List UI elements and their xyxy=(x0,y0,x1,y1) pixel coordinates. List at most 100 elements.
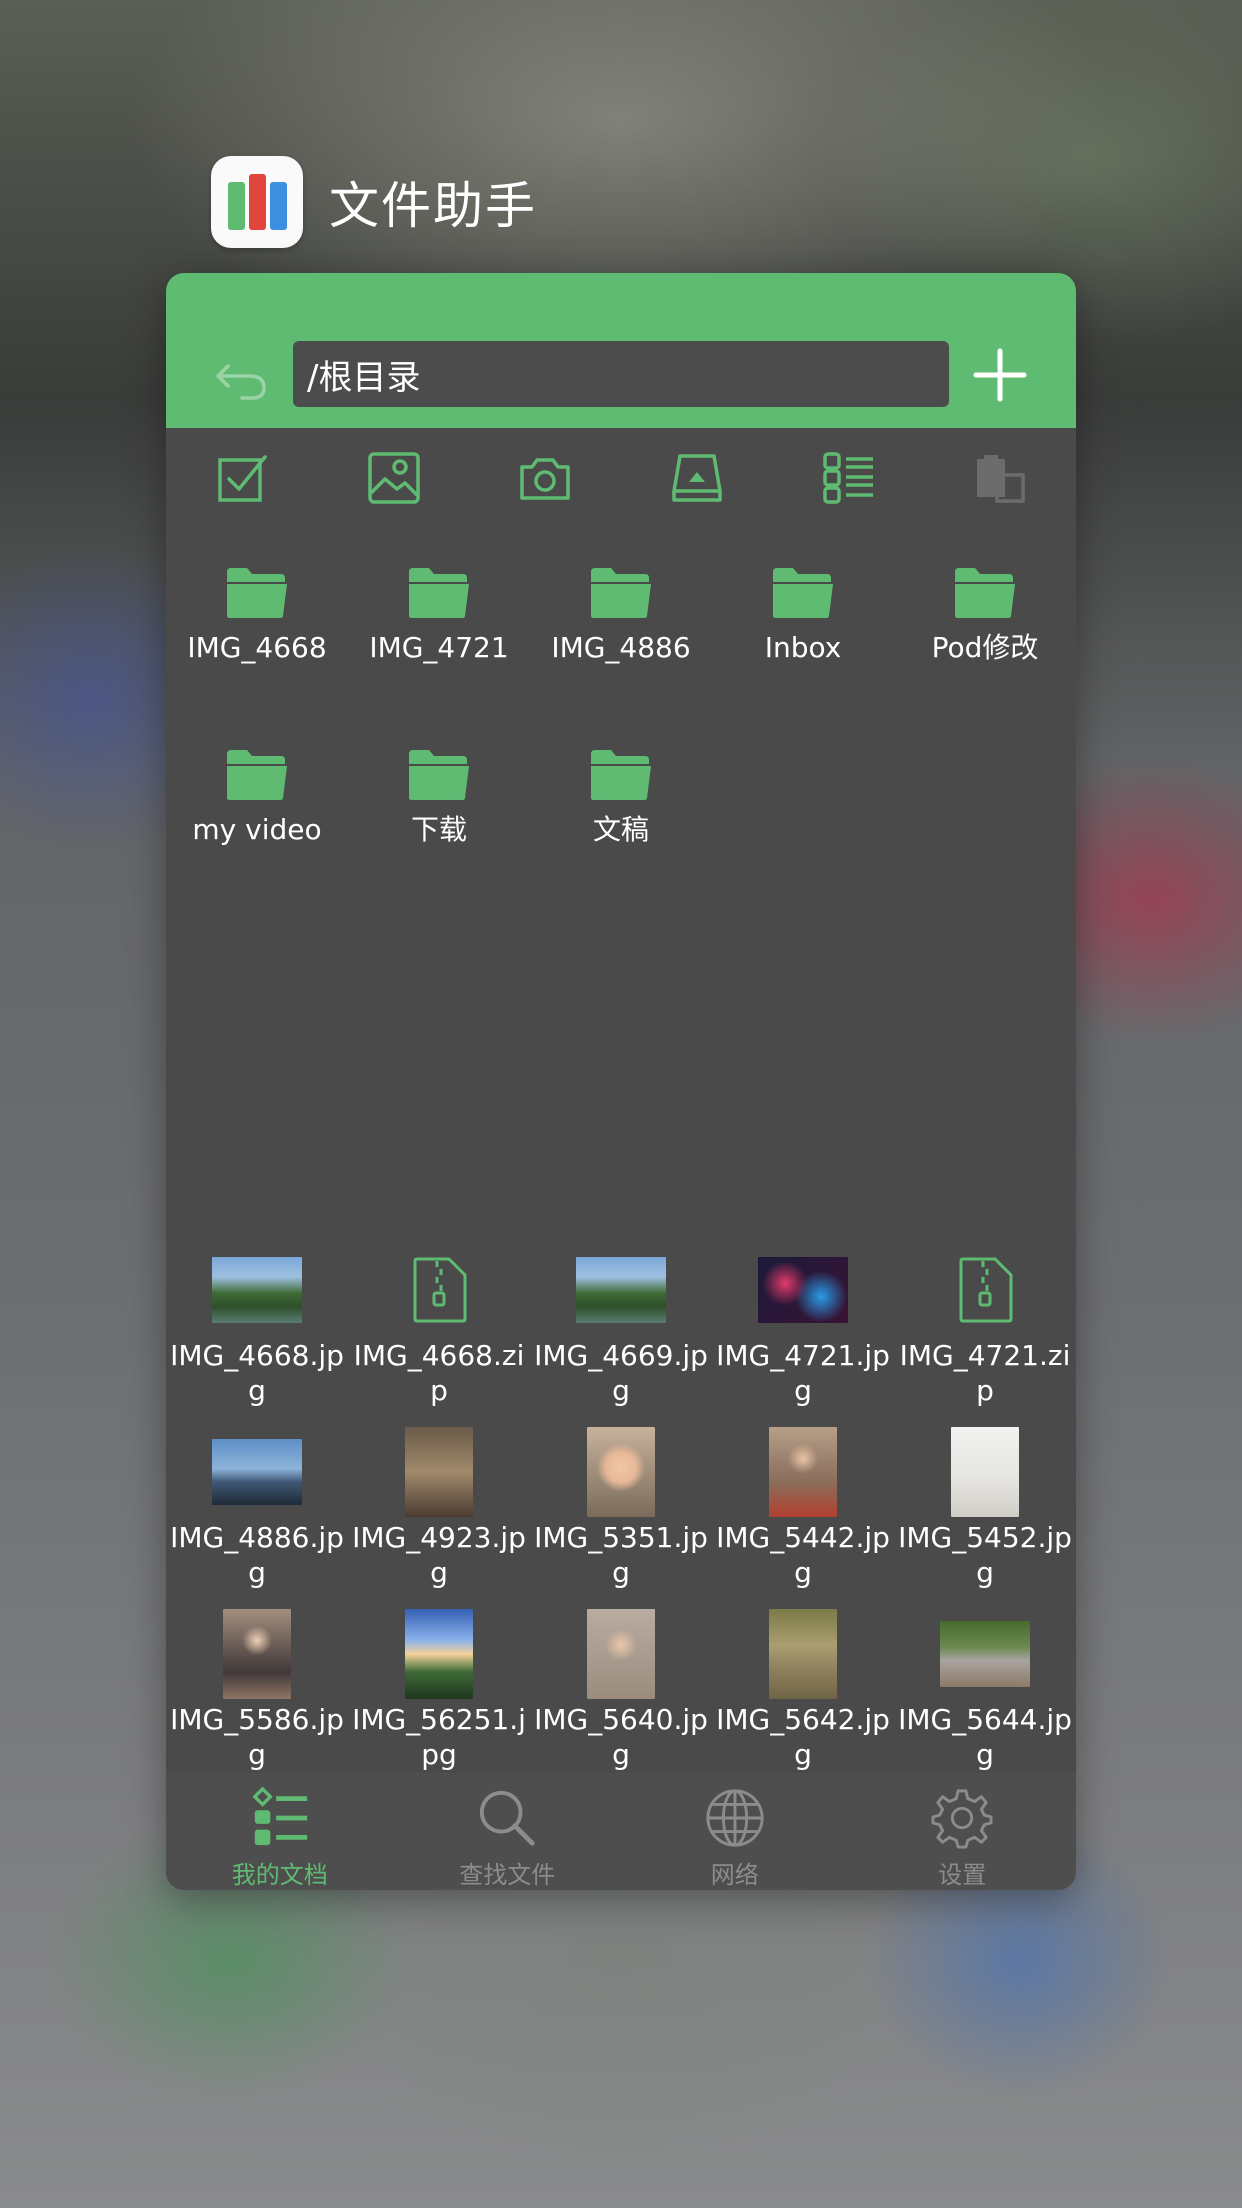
file-icon-wrapper xyxy=(894,1608,1076,1700)
folder-label: IMG_4668 xyxy=(187,631,327,664)
file-label: IMG_5452.jpg xyxy=(898,1521,1072,1589)
file-label: IMG_5351.jpg xyxy=(534,1521,708,1589)
image-thumbnail xyxy=(940,1621,1030,1687)
tab-settings[interactable]: 设置 xyxy=(849,1773,1077,1890)
folders-grid: IMG_4668 IMG_4721 IMG_4886 Inbox Pod修改 my vid… xyxy=(166,528,1076,892)
file-label: IMG_4669.jpg xyxy=(534,1339,708,1407)
folder-item[interactable]: IMG_4668 xyxy=(166,528,348,710)
file-icon-wrapper xyxy=(348,1608,530,1700)
file-label: IMG_4668.jpg xyxy=(170,1339,344,1407)
file-browser[interactable]: IMG_4668 IMG_4721 IMG_4886 Inbox Pod修改 my vid… xyxy=(166,528,1076,1890)
file-item[interactable]: IMG_4668.jpg xyxy=(166,1236,348,1418)
image-thumbnail xyxy=(405,1427,473,1517)
file-label: IMG_4721.jpg xyxy=(716,1339,890,1407)
path-field[interactable]: /根目录 xyxy=(293,341,949,407)
documents-list-icon xyxy=(252,1787,307,1846)
list-view-icon xyxy=(822,452,873,504)
file-item[interactable]: IMG_5442.jpg xyxy=(712,1418,894,1600)
image-thumbnail xyxy=(587,1427,655,1517)
folder-icon xyxy=(955,568,1015,618)
tab-label: 我的文档 xyxy=(231,1861,328,1889)
checkbox-icon xyxy=(218,455,267,502)
image-thumbnail xyxy=(212,1439,302,1505)
camera-icon xyxy=(520,458,570,500)
zip-file-icon xyxy=(959,1257,1013,1323)
file-icon-wrapper xyxy=(894,1426,1076,1518)
clipboard-icon xyxy=(977,455,1025,503)
tab-network[interactable]: 网络 xyxy=(621,1773,849,1890)
select-tool[interactable] xyxy=(166,428,318,528)
file-item[interactable]: IMG_4923.jpg xyxy=(348,1418,530,1600)
image-thumbnail xyxy=(587,1609,655,1699)
folder-icon xyxy=(591,750,651,800)
drive-icon xyxy=(672,454,722,502)
tab-my-documents[interactable]: 我的文档 xyxy=(166,1773,394,1890)
file-item[interactable]: IMG_4721.jpg xyxy=(712,1236,894,1418)
file-item[interactable]: IMG_5642.jpg xyxy=(712,1600,894,1782)
folder-label: 文稿 xyxy=(592,813,649,846)
file-item[interactable]: IMG_4886.jpg xyxy=(166,1418,348,1600)
folder-icon xyxy=(227,750,287,800)
file-item[interactable]: IMG_5586.jpg xyxy=(166,1600,348,1782)
image-thumbnail xyxy=(576,1257,666,1323)
app-card[interactable]: /根目录 IMG_4668 IMG_4721 IMG_4886 Inbox Po… xyxy=(166,273,1076,1890)
file-label: IMG_4923.jpg xyxy=(352,1521,526,1589)
file-item[interactable]: IMG_5640.jpg xyxy=(530,1600,712,1782)
folder-icon xyxy=(773,568,833,618)
folder-item[interactable]: IMG_4721 xyxy=(348,528,530,710)
file-icon-wrapper xyxy=(348,1426,530,1518)
view-mode-tool[interactable] xyxy=(773,428,925,528)
toolbar xyxy=(166,428,1076,528)
file-icon-wrapper xyxy=(530,1426,712,1518)
tab-search-files[interactable]: 查找文件 xyxy=(394,1773,622,1890)
tab-bar: 我的文档 查找文件 网络 设置 xyxy=(166,1773,1076,1890)
folder-icon xyxy=(409,568,469,618)
image-thumbnail xyxy=(769,1427,837,1517)
file-item[interactable]: IMG_5452.jpg xyxy=(894,1418,1076,1600)
plus-icon[interactable] xyxy=(970,345,1030,405)
file-label: IMG_5644.jpg xyxy=(898,1703,1072,1771)
image-thumbnail xyxy=(223,1609,291,1699)
app-switcher-header[interactable]: 文件助手 xyxy=(211,156,537,248)
image-thumbnail xyxy=(405,1609,473,1699)
camera-tool[interactable] xyxy=(469,428,621,528)
folder-item[interactable]: Pod修改 xyxy=(894,528,1076,710)
file-item[interactable]: IMG_4721.zip xyxy=(894,1236,1076,1418)
folder-item[interactable]: 文稿 xyxy=(530,710,712,892)
folder-icon xyxy=(409,750,469,800)
app-icon[interactable] xyxy=(211,156,303,248)
navigation-bar: /根目录 xyxy=(166,273,1076,428)
globe-icon xyxy=(706,1789,764,1847)
folder-label: my video xyxy=(192,813,322,846)
folder-item[interactable]: IMG_4886 xyxy=(530,528,712,710)
zip-file-icon xyxy=(413,1257,467,1323)
image-thumbnail xyxy=(758,1257,848,1323)
file-item[interactable]: IMG_4669.jpg xyxy=(530,1236,712,1418)
folder-item[interactable]: my video xyxy=(166,710,348,892)
file-item[interactable]: IMG_56251.jpg xyxy=(348,1600,530,1782)
file-icon-wrapper xyxy=(530,1244,712,1336)
file-item[interactable]: IMG_5351.jpg xyxy=(530,1418,712,1600)
app-title: 文件助手 xyxy=(329,177,537,235)
folder-icon xyxy=(227,568,287,618)
photo-library-tool[interactable] xyxy=(318,428,470,528)
file-label: IMG_5642.jpg xyxy=(716,1703,890,1771)
image-thumbnail xyxy=(212,1257,302,1323)
folder-item[interactable]: 下载 xyxy=(348,710,530,892)
paste-tool[interactable] xyxy=(924,428,1076,528)
image-thumbnail xyxy=(951,1427,1019,1517)
folder-item[interactable]: Inbox xyxy=(712,528,894,710)
file-icon-wrapper xyxy=(166,1608,348,1700)
file-icon-wrapper xyxy=(712,1244,894,1336)
drive-tool[interactable] xyxy=(621,428,773,528)
folder-label: Pod修改 xyxy=(931,631,1039,664)
file-label: IMG_4668.zip xyxy=(353,1339,525,1407)
file-label: IMG_56251.jpg xyxy=(352,1703,526,1771)
tab-label: 网络 xyxy=(710,1861,759,1889)
tab-label: 查找文件 xyxy=(459,1861,556,1889)
back-arrow-icon[interactable] xyxy=(214,348,272,406)
file-item[interactable]: IMG_4668.zip xyxy=(348,1236,530,1418)
file-icon-wrapper xyxy=(166,1426,348,1518)
file-item[interactable]: IMG_5644.jpg xyxy=(894,1600,1076,1782)
file-label: IMG_5640.jpg xyxy=(534,1703,708,1771)
